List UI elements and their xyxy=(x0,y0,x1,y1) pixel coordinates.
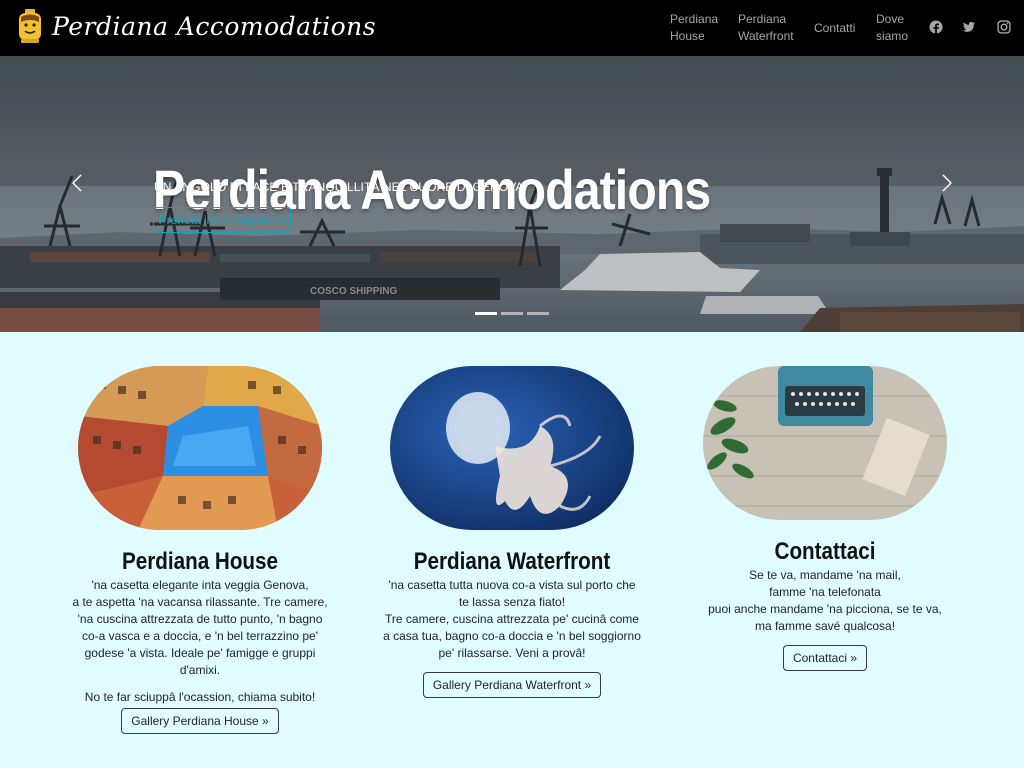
book-stay-button[interactable]: Prenota il tuo soggiorno xyxy=(153,207,291,233)
nav-link-label: Waterfront xyxy=(738,29,794,43)
nav-link-label: Contatti xyxy=(814,20,856,35)
nav-link-contatti[interactable]: Contatti xyxy=(814,0,855,56)
nav-link-label: Dove xyxy=(876,12,905,26)
carousel-next-icon[interactable] xyxy=(942,174,952,192)
nav-link-label: Perdiana xyxy=(670,12,719,26)
card-title-perdiana-waterfront: Perdiana Waterfront xyxy=(413,548,611,575)
jellyfish-image xyxy=(390,366,634,530)
facebook-icon[interactable] xyxy=(929,20,943,34)
text-line: 'na casetta tutta nuova co-a vista sul p… xyxy=(388,578,636,592)
text-line: ma famme savé qualcosa! xyxy=(754,619,896,633)
house-facades-image xyxy=(78,366,322,530)
card-title-contattaci: Contattaci xyxy=(774,538,876,565)
card-text-perdiana-house: 'na casetta elegante inta veggia Genova,… xyxy=(70,577,330,679)
lego-head-logo-icon xyxy=(19,9,41,43)
text-line: puoi anche mandame 'na picciona, se te v… xyxy=(708,602,942,616)
instagram-icon[interactable] xyxy=(997,20,1011,34)
text-line: co-a vasca e a doccia, e 'n bel terrazzi… xyxy=(81,629,319,643)
carousel-indicator-1[interactable] xyxy=(475,312,497,315)
card-perdiana-house: Perdiana House 'na casetta elegante inta… xyxy=(70,366,330,734)
nav-link-label: siamo xyxy=(876,29,909,43)
brand-text: Perdiana Accomodations xyxy=(52,11,377,41)
card-text-perdiana-waterfront: 'na casetta tutta nuova co-a vista sul p… xyxy=(382,577,642,662)
hero-carousel: COSCO SHIPPING Perdiana Accomodations UN… xyxy=(0,56,1024,332)
card-text-contattaci: Se te va, mandame 'na mail, famme 'na te… xyxy=(695,567,955,635)
carousel-indicator-3[interactable] xyxy=(527,312,549,315)
text-line: d'amixi. xyxy=(179,663,221,677)
carousel-prev-icon[interactable] xyxy=(72,174,82,192)
navbar: Perdiana Accomodations Perdiana House Per… xyxy=(0,0,1024,56)
card-extra-text: No te far sciuppâ l'ocassion, chiama sub… xyxy=(84,690,316,704)
nav-link-label: House xyxy=(670,29,705,43)
text-line: godese 'a vista. Ideale pe' famigge e gr… xyxy=(84,646,316,660)
text-line: a casa tua, bagno co-a doccia e 'n bel s… xyxy=(383,629,641,643)
card-title-perdiana-house: Perdiana House xyxy=(121,548,279,575)
text-line: a te aspetta 'na vacansa rilassante. Tre… xyxy=(72,595,328,609)
nav-link-perdiana-waterfront[interactable]: Perdiana Waterfront xyxy=(738,0,794,56)
hero-subtitle: UN ANGOLO DI PACE E TRANQUILLITÀ NEL CUO… xyxy=(154,180,527,194)
contattaci-button[interactable]: Contattaci » xyxy=(782,645,868,671)
gallery-perdiana-waterfront-button[interactable]: Gallery Perdiana Waterfront » xyxy=(422,672,602,698)
text-line: 'na cuscina attrezzata de tutto punto, '… xyxy=(77,612,323,626)
text-line: 'na casetta elegante inta veggia Genova, xyxy=(91,578,309,592)
text-line: Tre camere, cuscina attrezzata pe' cucin… xyxy=(385,612,639,626)
text-line: pe' rilassarse. Veni a provâ! xyxy=(438,646,586,660)
nav-link-dove-siamo[interactable]: Dove siamo xyxy=(876,0,908,56)
card-contattaci: Contattaci Se te va, mandame 'na mail, f… xyxy=(695,366,955,671)
nav-link-label: Perdiana xyxy=(738,12,787,26)
text-line: te lassa senza fiato! xyxy=(458,595,566,609)
twitter-icon[interactable] xyxy=(962,20,976,34)
nav-link-perdiana-house[interactable]: Perdiana House xyxy=(670,0,718,56)
gallery-perdiana-house-button[interactable]: Gallery Perdiana House » xyxy=(121,708,279,734)
card-perdiana-waterfront: Perdiana Waterfront 'na casetta tutta nu… xyxy=(382,366,642,698)
typewriter-desk-image xyxy=(703,366,947,520)
brand-link[interactable]: Perdiana Accomodations xyxy=(16,8,376,44)
text-line: Se te va, mandame 'na mail, xyxy=(749,568,901,582)
carousel-indicator-2[interactable] xyxy=(501,312,523,315)
text-line: famme 'na telefonata xyxy=(769,585,881,599)
